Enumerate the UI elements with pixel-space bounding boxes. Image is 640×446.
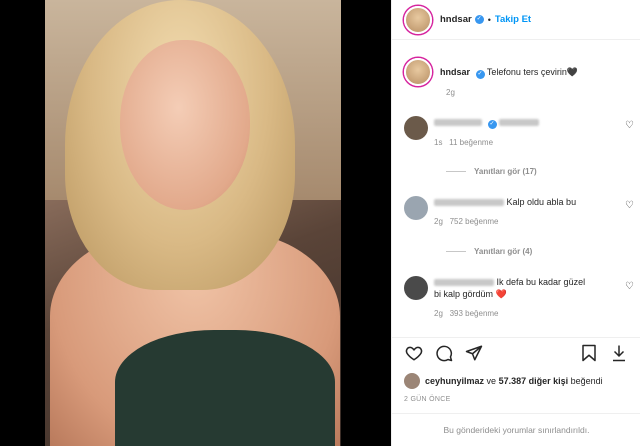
comment-meta: 1s 11 beğenme (434, 137, 604, 149)
likes-conjunction: ve (486, 376, 497, 386)
liker-avatar[interactable] (404, 373, 420, 389)
share-icon[interactable] (464, 343, 484, 363)
replies-divider (446, 171, 466, 172)
comment-like-heart-icon[interactable]: ♡ (625, 120, 634, 131)
author-username[interactable]: hndsar (440, 14, 472, 25)
comment-body: ✓ 1s 11 beğenme (434, 116, 604, 149)
comment-body: Kalp oldu abla bu 2g 752 beğenme (434, 196, 604, 228)
black-heart-emoji: 🖤 (566, 67, 579, 77)
download-icon[interactable] (609, 343, 629, 363)
view-replies-label: Yanıtları gör (4) (474, 247, 533, 256)
commenter-avatar[interactable] (404, 196, 428, 220)
caption-text: Telefonu ters çevirin (486, 67, 567, 77)
instagram-post: hndsar ✓ • Takip Et hndsar ✓ Telefonu te… (0, 0, 640, 446)
likes-suffix: beğendi (570, 376, 603, 386)
post-photo[interactable] (45, 0, 341, 446)
verified-badge-icon: ✓ (474, 15, 484, 24)
view-replies-button[interactable]: Yanıtları gör (17) (446, 167, 537, 176)
comment-text: Kalp oldu abla bu (506, 197, 577, 207)
photo-subject-face (120, 40, 250, 210)
view-replies-label: Yanıtları gör (17) (474, 167, 537, 176)
post-side-panel: hndsar ✓ • Takip Et hndsar ✓ Telefonu te… (391, 0, 640, 446)
comment-time: 1s (434, 138, 443, 147)
caption-username[interactable]: hndsar (440, 67, 470, 77)
comment-likes[interactable]: 393 beğenme (450, 309, 499, 318)
comment-icon[interactable] (434, 343, 454, 363)
photo-subject-top (115, 330, 335, 446)
verified-badge-icon: ✓ (475, 70, 485, 79)
comment-meta: 2g 393 beğenme (434, 308, 594, 320)
comment-likes[interactable]: 752 beğenme (450, 217, 499, 226)
view-replies-button[interactable]: Yanıtları gör (4) (446, 247, 532, 256)
blurred-comment-text (499, 119, 540, 127)
header-separator: • (487, 14, 491, 25)
liker-username[interactable]: ceyhunyilmaz (425, 376, 484, 386)
follow-button[interactable]: Takip Et (495, 14, 531, 25)
blurred-username (434, 279, 494, 287)
comment-time: 2g (434, 309, 443, 318)
blurred-username (434, 199, 504, 207)
comment-meta: 2g 752 beğenme (434, 216, 604, 228)
post-header: hndsar ✓ • Takip Et (392, 0, 640, 40)
comment-like-heart-icon[interactable]: ♡ (625, 200, 634, 211)
post-caption: hndsar ✓ Telefonu ters çevirin🖤 (404, 58, 578, 86)
blurred-username (434, 119, 482, 127)
commenter-avatar[interactable] (404, 116, 428, 140)
commenter-avatar[interactable] (404, 276, 428, 300)
post-timestamp[interactable]: 2 GÜN ÖNCE (404, 396, 451, 403)
likes-count-link[interactable]: 57.387 diğer kişi (499, 376, 569, 386)
red-heart-emoji: ❤️ (495, 289, 507, 299)
comment-item: Kalp oldu abla bu 2g 752 beğenme (404, 196, 634, 228)
post-media[interactable] (0, 0, 391, 446)
comment-likes[interactable]: 11 beğenme (449, 138, 493, 147)
caption-avatar[interactable] (404, 58, 432, 86)
post-actions-bar (392, 337, 640, 367)
comment-like-heart-icon[interactable]: ♡ (625, 281, 634, 292)
heart-icon[interactable] (404, 343, 424, 363)
caption-body: hndsar ✓ Telefonu ters çevirin🖤 (440, 58, 578, 86)
replies-divider (446, 251, 466, 252)
likes-summary: ceyhunyilmaz ve 57.387 diğer kişi beğend… (404, 373, 603, 389)
comment-item: Ik defa bu kadar güzel bi kalp gördüm ❤️… (404, 276, 634, 320)
bookmark-icon[interactable] (579, 343, 599, 363)
comments-limited-notice: Bu gönderideki yorumlar sınırlandırıldı. (392, 413, 640, 446)
comment-item: ✓ 1s 11 beğenme (404, 116, 634, 149)
comment-time: 2g (434, 217, 443, 226)
comment-body: Ik defa bu kadar güzel bi kalp gördüm ❤️… (434, 276, 594, 320)
author-avatar[interactable] (404, 5, 432, 34)
caption-time: 2g (446, 88, 455, 97)
verified-badge-icon: ✓ (487, 120, 497, 129)
